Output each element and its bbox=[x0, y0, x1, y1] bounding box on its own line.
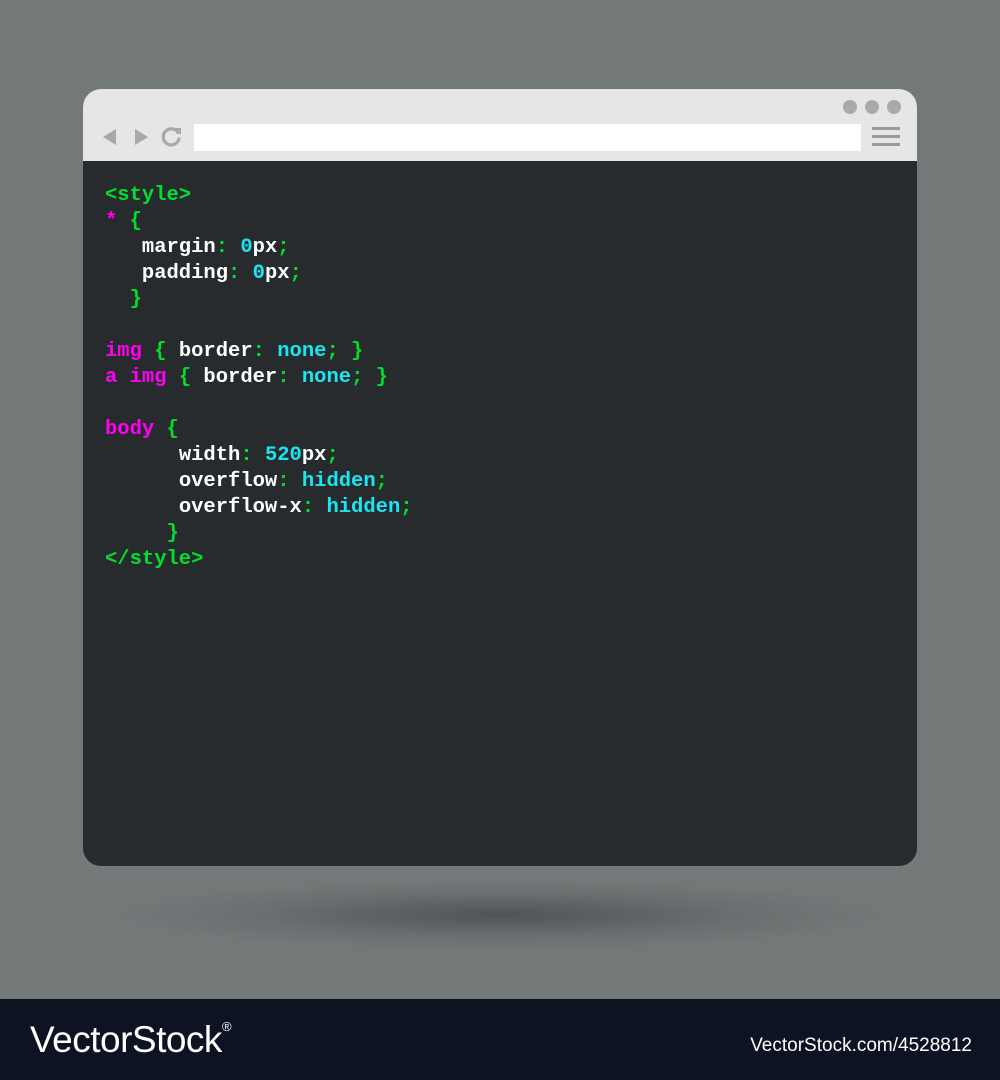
browser-window: <style> * { margin: 0px; padding: 0px; } i… bbox=[83, 89, 917, 866]
code-token: none bbox=[301, 366, 352, 389]
code-line: width: 520px; bbox=[105, 443, 413, 469]
window-dot[interactable] bbox=[887, 100, 901, 114]
code-token: hidden bbox=[301, 470, 376, 493]
code-token: width bbox=[178, 444, 241, 467]
code-token: } bbox=[166, 522, 179, 545]
window-shadow bbox=[120, 880, 880, 950]
code-token: : bbox=[228, 262, 253, 285]
code-token: ; } bbox=[351, 366, 388, 389]
code-token: 0 bbox=[252, 262, 265, 285]
code-token: ; } bbox=[326, 340, 364, 363]
code-line: <style> bbox=[105, 183, 413, 209]
code-line: overflow-x: hidden; bbox=[105, 495, 413, 521]
window-controls bbox=[843, 100, 901, 114]
code-token: border bbox=[178, 340, 253, 363]
code-token: { bbox=[154, 418, 179, 441]
code-token: img bbox=[105, 340, 142, 363]
code-token: { bbox=[141, 340, 179, 363]
code-token: : bbox=[240, 444, 265, 467]
window-dot[interactable] bbox=[843, 100, 857, 114]
code-token: <style> bbox=[105, 184, 192, 207]
code-token: body bbox=[105, 418, 155, 441]
code-line: body { bbox=[105, 417, 413, 443]
code-token: ; bbox=[289, 262, 302, 285]
code-token: ; bbox=[277, 236, 290, 259]
code-token: px bbox=[301, 444, 327, 467]
code-token: ; bbox=[400, 496, 413, 519]
code-line: img { border: none; } bbox=[105, 339, 413, 365]
code-token: * bbox=[105, 210, 118, 233]
code-token: { bbox=[166, 366, 204, 389]
address-bar[interactable] bbox=[194, 124, 861, 151]
code-token: margin bbox=[141, 236, 216, 259]
code-token: none bbox=[277, 340, 327, 363]
code-token: } bbox=[129, 288, 142, 311]
code-token: px bbox=[252, 236, 278, 259]
code-token: : bbox=[215, 236, 241, 259]
code-token: 520 bbox=[264, 444, 302, 467]
code-token: ; bbox=[375, 470, 388, 493]
code-line: overflow: hidden; bbox=[105, 469, 413, 495]
code-token: </style> bbox=[105, 548, 204, 571]
brand-logo: VectorStock® bbox=[30, 1019, 232, 1061]
code-token: : bbox=[277, 366, 302, 389]
stock-id: VectorStock.com/4528812 bbox=[750, 1035, 972, 1056]
code-token: ; bbox=[326, 444, 339, 467]
code-line: * { bbox=[105, 209, 413, 235]
code-token: 0 bbox=[240, 236, 253, 259]
code-line: margin: 0px; bbox=[105, 235, 413, 261]
code-token: px bbox=[264, 262, 290, 285]
code-token: overflow bbox=[178, 470, 278, 493]
browser-toolbar bbox=[83, 89, 917, 161]
forward-arrow-icon[interactable] bbox=[130, 126, 152, 148]
registered-mark: ® bbox=[221, 1019, 232, 1034]
code-line: padding: 0px; bbox=[105, 261, 413, 287]
code-token: : bbox=[277, 470, 302, 493]
code-token: : bbox=[252, 340, 278, 363]
watermark-footer: VectorStock® VectorStock.com/4528812 bbox=[0, 999, 1000, 1080]
code-line: } bbox=[105, 521, 413, 547]
back-arrow-icon[interactable] bbox=[100, 126, 122, 148]
code-editor: <style> * { margin: 0px; padding: 0px; } i… bbox=[105, 183, 413, 573]
code-token: { bbox=[117, 210, 142, 233]
code-token: padding bbox=[141, 262, 229, 285]
code-token: hidden bbox=[326, 496, 401, 519]
hamburger-menu-icon[interactable] bbox=[872, 127, 900, 147]
code-line: } bbox=[105, 287, 413, 313]
reload-icon[interactable] bbox=[161, 126, 183, 148]
window-dot[interactable] bbox=[865, 100, 879, 114]
code-token: border bbox=[203, 366, 278, 389]
code-token: : bbox=[301, 496, 327, 519]
code-line: a img { border: none; } bbox=[105, 365, 413, 391]
code-token: overflow-x bbox=[178, 496, 302, 519]
code-line: </style> bbox=[105, 547, 413, 573]
code-token: a img bbox=[105, 366, 167, 389]
brand-name: VectorStock bbox=[30, 1019, 222, 1060]
